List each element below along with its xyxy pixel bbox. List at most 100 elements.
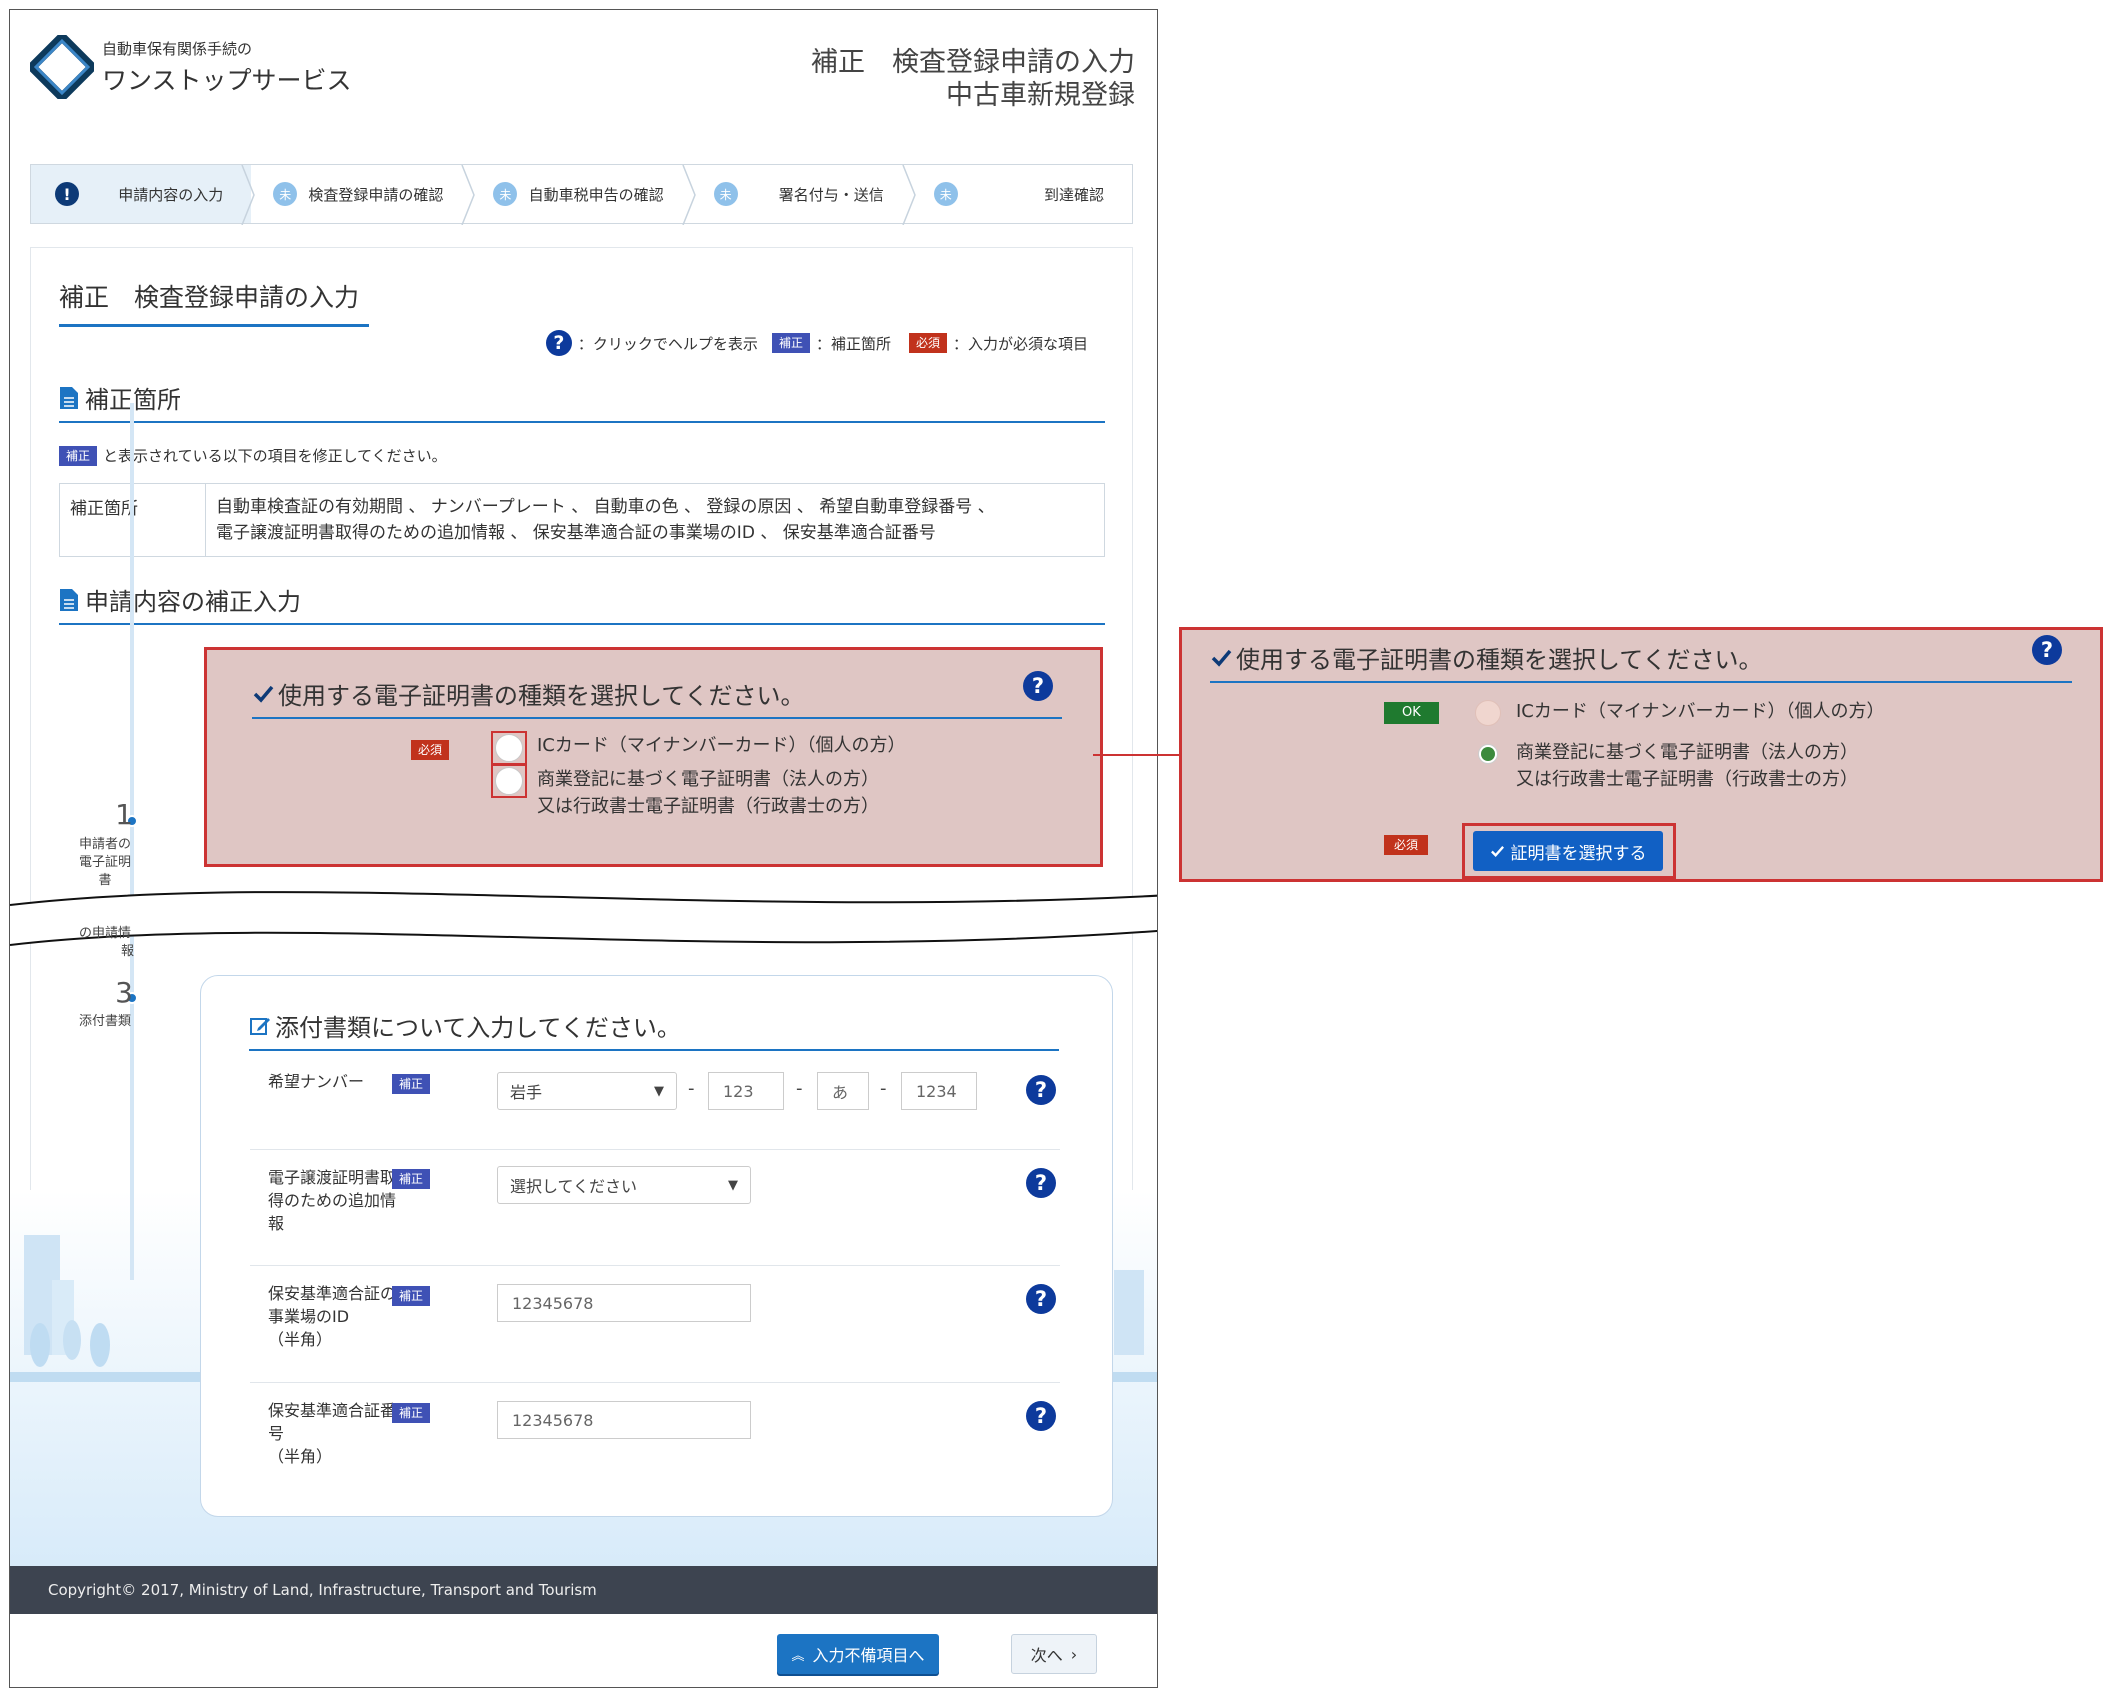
option-commercial-cert-label[interactable]: 商業登記に基づく電子証明書（法人の方） 又は行政書士電子証明書（行政書士の方）: [537, 766, 879, 820]
select-cert-button-highlight: 証明書を選択する: [1462, 823, 1676, 879]
option-line: 商業登記に基づく電子証明書（法人の方）: [537, 769, 879, 790]
option-ic-card-label[interactable]: ICカード（マイナンバーカード）（個人の方）: [537, 732, 906, 759]
button-label: 次へ: [1030, 1646, 1063, 1665]
option-line: 又は行政書士電子証明書（行政書士の方）: [1516, 769, 1858, 790]
help-icon[interactable]: ?: [1026, 1401, 1056, 1431]
help-icon[interactable]: ?: [1026, 1075, 1056, 1105]
section-header-input: 申請内容の補正入力: [59, 582, 1105, 625]
panel-title: 使用する電子証明書の種類を選択してください。: [1236, 646, 1763, 674]
step-label: 到達確認: [1044, 185, 1105, 204]
check-icon: [1211, 649, 1232, 667]
label-line: 電子譲渡証明書取: [268, 1168, 397, 1187]
logo-subtitle: 自動車保有関係手続の: [102, 39, 253, 58]
radio-ic-card[interactable]: [1475, 700, 1501, 726]
separator: -: [796, 1078, 803, 1099]
workplace-id-input[interactable]: 12345678: [497, 1284, 751, 1322]
timeline-label-line: 報: [120, 944, 134, 959]
cert-type-zoom-callout: 使用する電子証明書の種類を選択してください。 ? OK ICカード（マイナンバー…: [1179, 627, 2103, 882]
page-cut-divider: [10, 891, 1157, 946]
hosei-badge: 補正: [392, 1403, 431, 1423]
hosei-badge: 補正: [392, 1169, 431, 1189]
help-icon: ?: [545, 330, 572, 356]
callout-connector-line: [1093, 754, 1179, 756]
hissu-badge: 必須: [1384, 835, 1429, 855]
double-chevron-up-icon: ︽: [791, 1648, 805, 1664]
additional-info-select[interactable]: 選択してください ▼: [497, 1166, 751, 1204]
step-input: ! 申請内容の入力: [31, 165, 256, 225]
document-icon: [60, 588, 78, 611]
hissu-badge: 必須: [908, 333, 947, 353]
timeline-label-line: の申請情: [78, 926, 131, 941]
site-logo[interactable]: 自動車保有関係手続の ワンストップサービス: [30, 35, 352, 99]
step-sign-send: 未 署名付与・送信: [692, 165, 916, 225]
chevron-down-icon: ▼: [728, 1177, 738, 1193]
hosei-badge: 補正: [59, 445, 98, 466]
option-line: 商業登記に基づく電子証明書（法人の方）: [1516, 742, 1858, 763]
label-line: （半角）: [268, 1330, 333, 1349]
check-icon: [1490, 845, 1504, 857]
select-value: 岩手: [510, 1083, 543, 1102]
chevron-right-icon: ›: [1070, 1644, 1078, 1664]
ok-badge: OK: [1384, 702, 1439, 724]
document-icon: [60, 386, 78, 409]
timeline-step-number: 3: [115, 976, 133, 1009]
separator: -: [688, 1078, 695, 1099]
step-label: 申請内容の入力: [118, 185, 224, 204]
footer: Copyright© 2017, Ministry of Land, Infra…: [10, 1566, 1157, 1614]
legend-help-text: ：クリックでヘルプを表示: [577, 334, 758, 353]
field-label: 希望ナンバー: [268, 1072, 365, 1091]
plate-kana-input[interactable]: あ: [817, 1072, 869, 1110]
separator: -: [880, 1078, 887, 1099]
certificate-number-input[interactable]: 12345678: [497, 1401, 751, 1439]
timeline-label-line: 電子証明: [78, 855, 131, 870]
select-value: 選択してください: [510, 1177, 638, 1196]
radio-circle: [495, 767, 523, 795]
correction-note: 補正 と表示されている以下の項目を修正してください。: [59, 445, 447, 466]
radio-ic-card[interactable]: [491, 731, 527, 765]
table-cell-line: 自動車検査証の有効期間 、 ナンバープレート 、 自動車の色 、 登録の原因 、…: [216, 497, 995, 517]
timeline-step-number: 1: [115, 798, 133, 831]
hosei-badge: 補正: [392, 1286, 431, 1306]
help-icon[interactable]: ?: [1026, 1284, 1056, 1314]
form-row-certificate-number: 保安基準適合証番 号 （半角） 補正 12345678 ?: [250, 1383, 1060, 1501]
help-icon[interactable]: ?: [1023, 671, 1053, 701]
next-button[interactable]: 次へ ›: [1011, 1634, 1097, 1674]
step-label: 検査登録申請の確認: [308, 185, 444, 204]
panel-title: 使用する電子証明書の種類を選択してください。: [278, 682, 805, 710]
button-label: 入力不備項目へ: [812, 1646, 925, 1665]
panel-heading: 添付書類について入力してください。: [249, 1008, 1059, 1051]
legend: ? ：クリックでヘルプを表示 補正 ：補正箇所 必須 ：入力が必須な項目: [545, 330, 1088, 356]
page-title: 補正 検査登録申請の入力: [59, 278, 369, 327]
help-icon[interactable]: ?: [2032, 635, 2062, 665]
go-to-incomplete-button[interactable]: ︽ 入力不備項目へ: [777, 1634, 939, 1674]
plate-region-select[interactable]: 岩手 ▼: [497, 1072, 677, 1110]
panel-heading: 使用する電子証明書の種類を選択してください。: [252, 676, 1062, 719]
browser-page: 自動車保有関係手続の ワンストップサービス 補正 検査登録申請の入力 中古車新規…: [9, 9, 1158, 1688]
label-line: 報: [268, 1214, 285, 1233]
plate-class-input[interactable]: 123: [708, 1072, 784, 1110]
hosei-badge: 補正: [771, 333, 810, 353]
edit-icon: [250, 1017, 270, 1035]
label-line: 事業場のID: [268, 1307, 350, 1326]
field-label: 保安基準適合証番 号 （半角）: [268, 1399, 408, 1468]
hosei-badge: 補正: [392, 1074, 431, 1094]
radio-commercial-cert[interactable]: [491, 764, 527, 798]
option-ic-card-label[interactable]: ICカード（マイナンバーカード）（個人の方）: [1516, 698, 1885, 725]
radio-dot: [1481, 747, 1495, 761]
logo-diamond-icon: [30, 35, 94, 99]
label-line: 号: [268, 1424, 285, 1443]
radio-commercial-cert-selected[interactable]: [1478, 744, 1498, 764]
cert-type-panel-highlight: 使用する電子証明書の種類を選択してください。 ? 必須 ICカード（マイナンバー…: [204, 647, 1103, 867]
button-label: 証明書を選択する: [1510, 843, 1647, 864]
help-icon[interactable]: ?: [1026, 1168, 1056, 1198]
header-title-line1: 補正 検査登録申請の入力: [811, 47, 1135, 78]
select-certificate-button[interactable]: 証明書を選択する: [1473, 831, 1663, 871]
timeline-step-label: 添付書類: [78, 1014, 131, 1029]
plate-number-input[interactable]: 1234: [901, 1072, 977, 1110]
option-line: 又は行政書士電子証明書（行政書士の方）: [537, 796, 879, 817]
header-title-line2: 中古車新規登録: [946, 80, 1135, 111]
option-commercial-cert-label[interactable]: 商業登記に基づく電子証明書（法人の方） 又は行政書士電子証明書（行政書士の方）: [1516, 739, 1858, 793]
step-arrival: 未 到達確認: [912, 165, 1132, 223]
form-row-plate-number: 希望ナンバー 補正 岩手 ▼ - 123 - あ - 1234 ?: [250, 1060, 1060, 1150]
header-title: 補正 検査登録申請の入力 中古車新規登録: [811, 46, 1135, 112]
